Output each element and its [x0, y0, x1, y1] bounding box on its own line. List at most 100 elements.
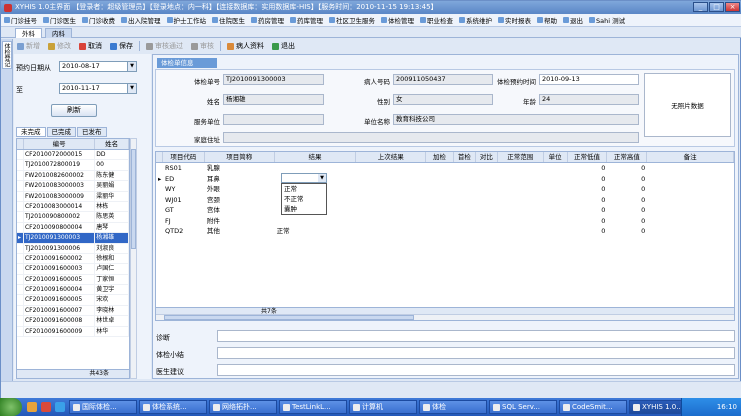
table-row[interactable]: GT 宫体 0 0: [156, 205, 734, 216]
table-row[interactable]: CF2010091600005 宋欢: [17, 295, 129, 306]
to-date-picker[interactable]: 2010-11-17 ▼: [59, 83, 137, 94]
column-header[interactable]: 正常范围: [498, 152, 544, 162]
save-button[interactable]: 保存: [106, 41, 137, 51]
column-header[interactable]: 备注: [647, 152, 734, 162]
column-header[interactable]: 首检: [454, 152, 476, 162]
column-header-name[interactable]: 姓名: [95, 139, 129, 149]
toolbar-button[interactable]: 审核: [187, 41, 218, 51]
taskbar-task[interactable]: 体检系统...: [139, 400, 207, 414]
table-row[interactable]: CF2010091600005 丁家恒: [17, 274, 129, 286]
menu-item[interactable]: 门诊收费: [79, 15, 118, 25]
chevron-down-icon[interactable]: ▼: [318, 174, 326, 182]
menu-item[interactable]: 帮助: [534, 15, 560, 25]
tab-internal[interactable]: 内科: [45, 28, 72, 38]
toolbar-button[interactable]: 新增: [13, 41, 44, 51]
menu-item[interactable]: 药库管理: [287, 15, 326, 25]
menu-item[interactable]: 护士工作站: [164, 15, 210, 25]
column-header-number[interactable]: 编号: [24, 139, 96, 149]
company-field[interactable]: [223, 114, 324, 125]
menu-item[interactable]: Sahi 测试: [586, 15, 628, 25]
age-field[interactable]: 24: [539, 94, 639, 105]
column-header[interactable]: 加检: [426, 152, 454, 162]
menu-item[interactable]: 实时报表: [495, 15, 534, 25]
dropdown-option[interactable]: 囊肿: [282, 204, 326, 214]
column-header[interactable]: 对比: [476, 152, 498, 162]
tab-surgery[interactable]: 外科: [15, 28, 42, 38]
toolbar-button[interactable]: 审核通过: [142, 41, 187, 51]
explorer-icon[interactable]: [55, 402, 65, 412]
menu-item[interactable]: 住院医生: [209, 15, 248, 25]
scrollbar-thumb[interactable]: [164, 315, 414, 320]
column-header[interactable]: 上次结果: [356, 152, 427, 162]
toolbar-button[interactable]: 退出: [268, 41, 299, 51]
menu-item[interactable]: 出入院管理: [118, 15, 164, 25]
table-row[interactable]: ▸ TJ2010091300003 杨湘雄: [17, 233, 129, 244]
toolbar-button[interactable]: 病人资料: [223, 41, 268, 51]
scrollbar-thumb[interactable]: [131, 149, 136, 249]
menu-item[interactable]: 药房管理: [248, 15, 287, 25]
close-button[interactable]: ×: [725, 2, 740, 12]
dropdown-option[interactable]: 不正常: [282, 194, 326, 204]
maximize-button[interactable]: □: [709, 2, 724, 12]
table-row[interactable]: RS01 乳腺 0 0: [156, 163, 734, 174]
address-field[interactable]: [223, 132, 639, 143]
column-header[interactable]: 项目代码: [163, 152, 205, 162]
chevron-down-icon[interactable]: ▼: [127, 84, 136, 93]
menu-item[interactable]: 社区卫生服务: [326, 15, 378, 25]
table-row[interactable]: CF2010091600009 林华: [17, 326, 129, 338]
table-row[interactable]: CF2010091600004 黄卫宇: [17, 285, 129, 296]
menu-item[interactable]: 门诊医生: [40, 15, 79, 25]
gender-field[interactable]: 女: [393, 94, 493, 105]
chevron-down-icon[interactable]: ▼: [127, 62, 136, 71]
menu-item[interactable]: 体检管理: [378, 15, 417, 25]
exam-no-field[interactable]: TJ2010091300003: [223, 74, 324, 85]
menu-item[interactable]: 职业检查: [417, 15, 456, 25]
subtab[interactable]: 已完成: [46, 127, 76, 137]
column-header[interactable]: 结果: [275, 152, 357, 162]
taskbar-task[interactable]: TestLinkL...: [279, 400, 347, 414]
table-row[interactable]: TJ2010091300006 刘淑良: [17, 243, 129, 254]
table-row[interactable]: WJ01 宫颈 0 0: [156, 195, 734, 206]
unit-name-field[interactable]: 教育科技公司: [393, 114, 639, 125]
table-row[interactable]: CF2010072000015 DD: [17, 150, 129, 161]
taskbar-task[interactable]: 网络拓扑...: [209, 400, 277, 414]
taskbar-task[interactable]: CodeSmit...: [559, 400, 627, 414]
toolbar-button[interactable]: 取消: [75, 41, 106, 51]
taskbar-task[interactable]: SQL Serv...: [489, 400, 557, 414]
table-row[interactable]: CF2010091600003 卢国仁: [17, 264, 129, 275]
refresh-button[interactable]: 刷新: [51, 104, 97, 117]
advice-field[interactable]: [217, 364, 735, 376]
table-row[interactable]: TJ2010072800019 00: [17, 160, 129, 171]
column-header[interactable]: 正常低值: [568, 152, 608, 162]
start-button[interactable]: [0, 398, 22, 416]
folder-icon[interactable]: [27, 402, 37, 412]
subtab[interactable]: 未完成: [16, 127, 46, 137]
menu-item[interactable]: 退出: [560, 15, 586, 25]
toolbar-button[interactable]: 修改: [44, 41, 75, 51]
exam-time-field[interactable]: 2010-09-13: [539, 74, 639, 85]
exam-list-scrollbar[interactable]: [130, 138, 137, 379]
patient-no-field[interactable]: 200911050437: [393, 74, 493, 85]
table-row[interactable]: FW2010083000009 梁丽华: [17, 191, 129, 202]
table-row[interactable]: CF2010083000014 林栋: [17, 201, 129, 213]
from-date-picker[interactable]: 2010-08-17 ▼: [59, 61, 137, 72]
table-row[interactable]: TJ2010090800002 陈思英: [17, 212, 129, 223]
taskbar-task[interactable]: 计算机: [349, 400, 417, 414]
diagnosis-field[interactable]: [217, 330, 735, 342]
column-header[interactable]: 单位: [544, 152, 568, 162]
grid-cell[interactable]: [275, 216, 357, 227]
taskbar-task[interactable]: 国际体检...: [69, 400, 137, 414]
table-row[interactable]: FW2010082600002 陈东健: [17, 170, 129, 182]
table-row[interactable]: QTD2 其他 正常 0 0: [156, 226, 734, 237]
menu-item[interactable]: 系统维护: [456, 15, 495, 25]
summary-field[interactable]: [217, 347, 735, 359]
horizontal-scrollbar[interactable]: [156, 314, 734, 320]
vertical-tab-registration[interactable]: 体检登记: [2, 41, 12, 69]
grid-cell[interactable]: [275, 163, 357, 174]
table-row[interactable]: FW2010083000003 吴丽娟: [17, 181, 129, 192]
dropdown-option[interactable]: 正常: [282, 184, 326, 194]
subtab[interactable]: 已发布: [77, 127, 107, 137]
table-row[interactable]: CF2010090800004 唐琴: [17, 222, 129, 234]
table-row[interactable]: CF2010091600002 徐根和: [17, 253, 129, 265]
table-row[interactable]: CF2010091600008 林世卓: [17, 316, 129, 327]
